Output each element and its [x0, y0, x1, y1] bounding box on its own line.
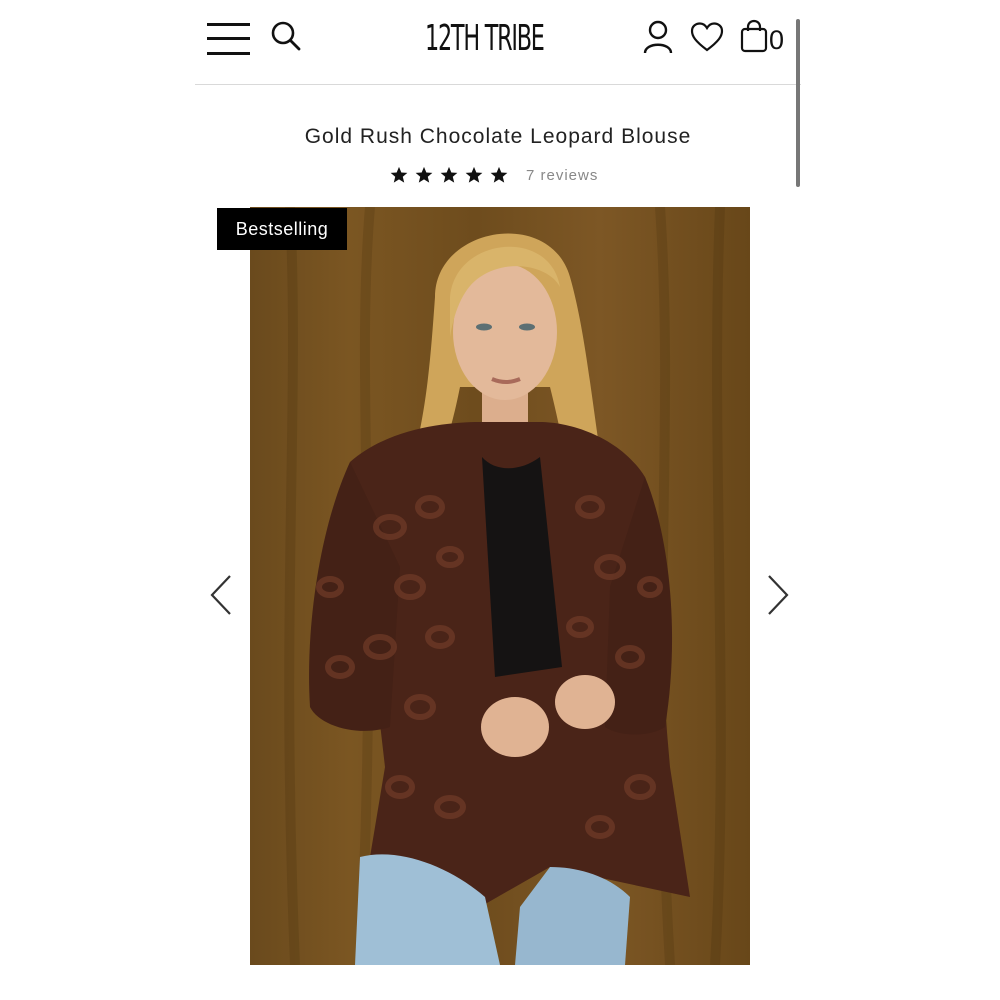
heart-icon[interactable] — [690, 22, 724, 52]
bestselling-badge: Bestselling — [217, 208, 347, 250]
cart-count[interactable]: 0 — [769, 23, 784, 57]
product-image[interactable] — [250, 207, 750, 965]
menu-icon[interactable] — [207, 21, 251, 57]
star-rating — [390, 166, 508, 184]
rating-row[interactable]: 7 reviews — [390, 163, 598, 187]
scrollbar[interactable] — [796, 19, 800, 187]
chevron-right-icon[interactable] — [763, 573, 793, 617]
bag-icon[interactable] — [740, 19, 768, 53]
brand-logo[interactable]: 12TH TRIBE — [425, 14, 545, 64]
star-icon — [465, 166, 483, 183]
product-title: Gold Rush Chocolate Leopard Blouse — [304, 125, 692, 148]
star-icon — [390, 166, 408, 183]
model-illustration — [284, 207, 726, 965]
site-header: 12TH TRIBE 0 — [195, 0, 801, 85]
star-icon — [415, 166, 433, 183]
star-icon — [490, 166, 508, 183]
star-icon — [440, 166, 458, 183]
search-icon[interactable] — [270, 20, 302, 52]
chevron-left-icon[interactable] — [206, 573, 236, 617]
reviews-link[interactable]: 7 reviews — [526, 167, 598, 184]
account-icon[interactable] — [642, 20, 674, 54]
